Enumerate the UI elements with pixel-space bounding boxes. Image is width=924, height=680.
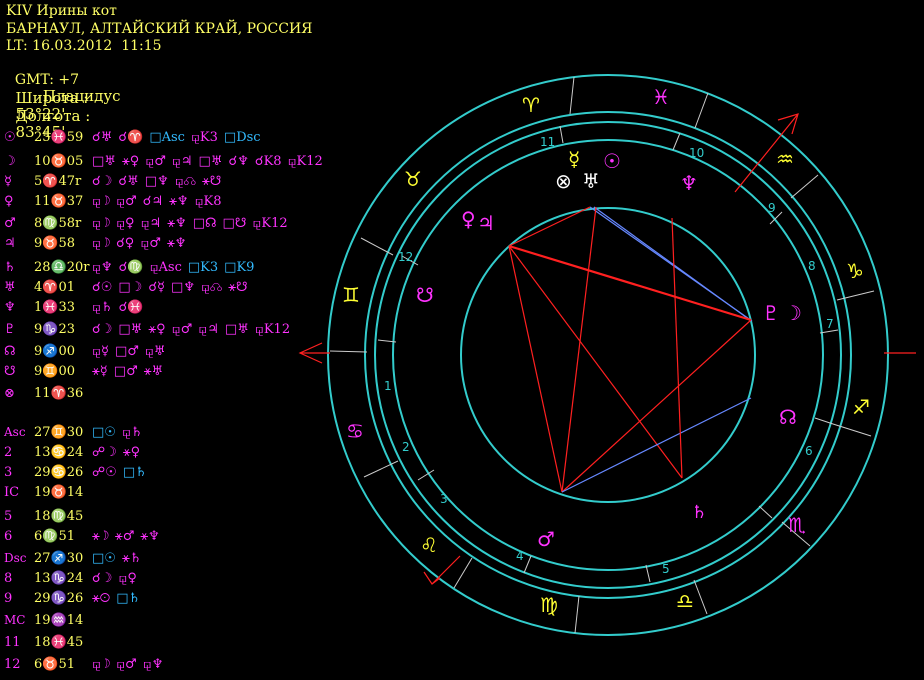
leo-sign: ♌ xyxy=(420,533,438,557)
house-number-7: 7 xyxy=(826,317,834,331)
house-number-9: 9 xyxy=(768,201,776,215)
aspect-lines xyxy=(508,206,753,493)
pisces-sign: ♓ xyxy=(652,85,670,109)
moon-planet: ☽ xyxy=(784,301,802,325)
capricorn-sign: ♑ xyxy=(846,259,864,283)
aries-sign: ♈ xyxy=(522,93,540,117)
uranus-planet: ♅ xyxy=(582,169,600,193)
venus-planet: ♀ xyxy=(461,207,476,231)
house-number-5: 5 xyxy=(662,562,670,576)
aspect-circle xyxy=(460,207,756,503)
house-number-4: 4 xyxy=(516,549,524,563)
jupiter-planet: ♃ xyxy=(477,211,495,235)
mars-planet: ♂ xyxy=(537,527,555,551)
house-number-8: 8 xyxy=(808,259,816,273)
zodiac-ring xyxy=(364,111,852,599)
house-number-11: 11 xyxy=(540,135,555,149)
scorpio-sign: ♏ xyxy=(788,513,806,537)
virgo-sign: ♍ xyxy=(540,593,558,617)
cancer-sign: ♋ xyxy=(346,419,364,443)
pluto-planet: ♇ xyxy=(762,301,780,325)
taurus-sign: ♉ xyxy=(404,167,422,191)
neptune-planet: ♆ xyxy=(680,171,698,195)
house-number-2: 2 xyxy=(402,440,410,454)
saturn-planet: ♄ xyxy=(691,502,707,523)
fortune-point: ⊗ xyxy=(555,169,572,193)
house-number-10: 10 xyxy=(689,146,704,160)
house-number-3: 3 xyxy=(440,492,448,506)
house-ring-inner xyxy=(392,139,824,571)
house-number-1: 1 xyxy=(384,379,392,393)
gemini-sign: ♊ xyxy=(342,283,360,307)
sun-planet: ☉ xyxy=(603,149,621,173)
north-node: ☊ xyxy=(779,405,797,429)
aquarius-sign: ♒ xyxy=(776,147,794,171)
house-numbers: 1 2 3 4 5 6 7 8 9 10 11 12 xyxy=(384,135,834,576)
house-number-6: 6 xyxy=(805,444,813,458)
libra-sign: ♎ xyxy=(676,589,694,613)
house-number-12: 12 xyxy=(398,250,413,264)
sagittarius-sign: ♐ xyxy=(852,395,870,419)
house-ring-outer xyxy=(374,121,842,589)
mercury-planet: ☿ xyxy=(568,147,580,171)
natal-chart-wheel: ♈ ♓ ♒ ♑ ♐ ♏ ♎ ♍ ♌ ♋ ♊ ♉ 1 2 3 4 5 6 7 8 … xyxy=(298,74,916,636)
south-node: ☋ xyxy=(416,283,434,307)
house-dividers xyxy=(377,125,839,583)
